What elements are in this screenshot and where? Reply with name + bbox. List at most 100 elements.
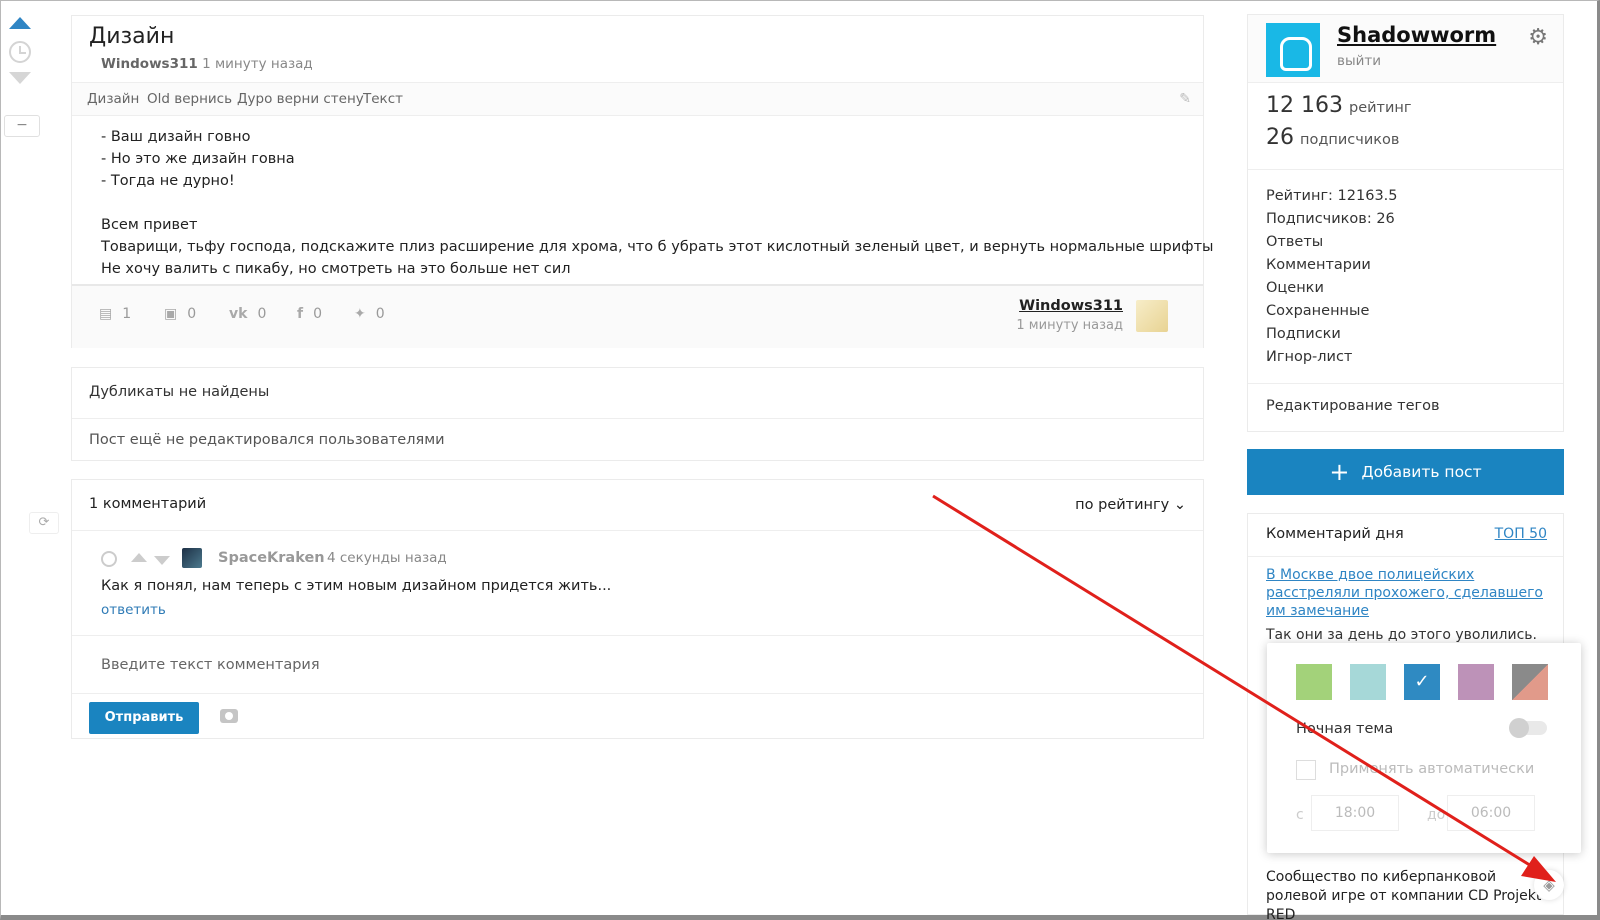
fb-stat[interactable]: f0 [297,306,322,322]
comment-of-day-title: Комментарий дня [1266,526,1404,542]
night-theme-label: Ночная тема [1296,721,1394,737]
edits-text: Пост ещё не редактировался пользователям… [89,432,445,448]
profile-menu-answers[interactable]: Ответы [1266,231,1398,254]
refresh-icon[interactable]: ⟳ [29,512,59,534]
comments-count: 1 комментарий [89,496,207,512]
save-stat[interactable]: ▣ 0 [164,306,196,322]
comment-avatar[interactable] [182,548,202,568]
paint-bucket-icon[interactable]: ◈ [1534,870,1564,900]
post-body: - Ваш дизайн говно - Но это же дизайн го… [101,126,1213,280]
divider [1248,556,1563,557]
divider [1248,169,1563,170]
post-line [101,192,1213,214]
to-time-input[interactable]: 06:00 [1447,795,1535,831]
community-description: Сообщество по киберпанковой ролевой игре… [1266,869,1542,920]
profile-menu-saved[interactable]: Сохраненные [1266,300,1398,323]
divider [72,635,1203,636]
theme-popup: ✓ Ночная тема Применять автоматически с … [1267,643,1581,853]
check-icon: ✓ [1414,671,1430,692]
add-post-button[interactable]: + Добавить пост [1247,449,1564,495]
author-avatar[interactable] [1136,300,1168,332]
post-footer: ▤ 1 ▣ 0 vk 0 f0 ✦ 0 Windows311 1 минуту наза… [72,284,1203,348]
twitter-icon: ✦ [354,306,366,322]
rating-value: 12 163 рейтинг [1266,93,1412,118]
sort-dropdown[interactable]: по рейтингу ⌄ [1075,497,1186,513]
duplicates-card: Дубликаты не найдены Пост ещё не редакти… [71,367,1204,461]
auto-apply-label: Применять автоматически [1329,761,1535,777]
clock-icon [101,551,117,567]
footer-author-link[interactable]: Windows311 [1019,298,1123,314]
camera-icon[interactable] [220,709,238,723]
send-button[interactable]: Отправить [89,702,199,734]
profile-menu-ignore[interactable]: Игнор-лист [1266,346,1398,369]
chevron-down-icon: ⌄ [1173,497,1186,513]
post-line: - Ваш дизайн говно [101,129,251,145]
vk-stat[interactable]: vk 0 [229,306,266,322]
profile-name[interactable]: Shadowworm [1337,23,1496,47]
post-tags: Дизайн Old вернись Дуро верни стену Текс… [72,82,1203,116]
post-line: - Но это же дизайн говна [101,151,295,167]
tag-link[interactable]: Old вернись [147,91,232,107]
comment-author[interactable]: SpaceKraken [218,550,325,566]
vk-icon: vk [229,306,248,322]
logout-link[interactable]: выйти [1337,53,1381,69]
theme-swatch-teal[interactable] [1350,664,1386,700]
comments-card: 1 комментарий по рейтингу ⌄ SpaceKraken … [71,479,1204,739]
comment-text: Как я понял, нам теперь с этим новым диз… [101,578,612,594]
comments-stat[interactable]: ▤ 1 [99,306,131,322]
to-label: до [1427,807,1446,823]
top50-link[interactable]: ТОП 50 [1495,526,1547,542]
divider [1248,383,1563,384]
theme-swatch-mixed[interactable] [1512,664,1548,700]
comment-icon: ▤ [99,306,113,322]
tag-link[interactable]: Текст [363,91,403,107]
vote-up-icon[interactable] [9,17,31,29]
theme-swatch-blue[interactable]: ✓ [1404,664,1440,700]
twitter-stat[interactable]: ✦ 0 [354,306,385,322]
post-title: Дизайн [89,24,175,49]
collapse-button[interactable]: − [4,115,40,137]
comment-vote-down-icon[interactable] [154,556,170,565]
post-line: Товарищи, тьфу господа, подскажите плиз … [101,239,1214,255]
profile-rating-detail: Рейтинг: 12163.5 [1266,188,1398,204]
theme-swatch-purple[interactable] [1458,664,1494,700]
theme-swatch-green[interactable] [1296,664,1332,700]
edit-tags-link[interactable]: Редактирование тегов [1266,398,1440,414]
post-time: 1 минуту назад [202,56,313,72]
profile-header: Shadowworm выйти ⚙ [1248,15,1563,83]
save-icon: ▣ [164,306,178,322]
profile-menu-subscriptions[interactable]: Подписки [1266,323,1398,346]
divider [72,418,1203,419]
comment-of-day-text: Так они за день до этого уволились. [1266,627,1537,643]
tag-link[interactable]: Дуро верни стену [237,91,364,107]
reply-link[interactable]: ответить [101,602,166,618]
profile-card: Shadowworm выйти ⚙ 12 163 рейтинг 26 подпи… [1247,14,1564,432]
from-label: с [1296,807,1304,823]
facebook-icon: f [297,306,304,322]
footer-author-time: 1 минуту назад [1016,318,1123,333]
comment-vote-up-icon[interactable] [131,553,147,562]
night-theme-toggle[interactable] [1509,718,1547,738]
post-line: Не хочу валить с пикабу, но смотреть на … [101,261,571,277]
clock-icon[interactable] [9,41,31,63]
comment-time: 4 секунды назад [327,550,447,566]
profile-avatar[interactable] [1266,23,1320,77]
profile-menu-comments[interactable]: Комментарии [1266,254,1398,277]
tag-link[interactable]: Дизайн [87,91,139,107]
gear-icon[interactable]: ⚙ [1528,25,1548,50]
comment-of-day-link[interactable]: В Москве двое полицейских расстреляли пр… [1266,566,1551,620]
post-vote-bar: − ⟳ [0,0,59,920]
divider [72,530,1203,531]
vote-down-icon[interactable] [9,72,31,84]
auto-apply-checkbox[interactable] [1296,760,1316,780]
edit-tags-icon[interactable]: ✎ [1179,91,1191,107]
post-line: Всем привет [101,217,198,233]
from-time-input[interactable]: 18:00 [1311,795,1399,831]
post-author[interactable]: Windows311 [101,56,198,72]
profile-menu-ratings[interactable]: Оценки [1266,277,1398,300]
comment-input[interactable]: Введите текст комментария [101,657,320,673]
post-meta: Windows311 1 минуту назад [101,56,313,72]
profile-menu: Рейтинг: 12163.5 Подписчиков: 26 Ответы … [1266,185,1398,369]
profile-subs-detail: Подписчиков: 26 [1266,211,1395,227]
duplicates-text: Дубликаты не найдены [89,384,270,400]
